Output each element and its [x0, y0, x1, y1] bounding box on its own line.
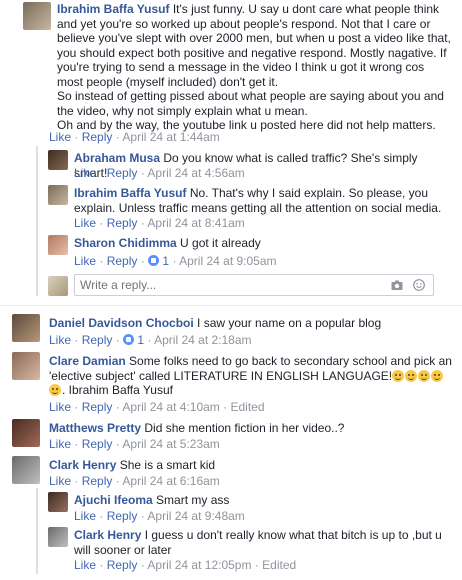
reply-text: U got it already — [180, 236, 261, 250]
like-count[interactable]: 1 — [162, 254, 169, 268]
timestamp[interactable]: April 24 at 8:41am — [147, 216, 244, 230]
avatar[interactable] — [48, 150, 68, 170]
like-button[interactable]: Like — [74, 509, 96, 523]
reply-button[interactable]: Reply — [107, 216, 138, 230]
edited-label[interactable]: Edited — [230, 400, 264, 414]
comment-body: Clare Damian Some folks need to go back … — [49, 354, 454, 398]
avatar[interactable] — [23, 2, 51, 30]
like-button[interactable]: Like — [74, 216, 96, 230]
camera-icon[interactable] — [391, 279, 403, 291]
reply-button[interactable]: Reply — [82, 333, 113, 347]
timestamp[interactable]: April 24 at 4:56am — [147, 166, 244, 180]
reply-composer[interactable] — [74, 274, 434, 296]
like-button[interactable]: Like — [49, 437, 71, 451]
reply-author[interactable]: Abraham Musa — [74, 151, 160, 165]
reply-button[interactable]: Reply — [107, 558, 138, 572]
reply-button[interactable]: Reply — [82, 474, 113, 488]
reply-button[interactable]: Reply — [107, 509, 138, 523]
divider — [0, 305, 462, 306]
reply-actions: Like · Reply · April 24 at 9:48am — [74, 509, 245, 523]
comment-text: So instead of getting pissed about what … — [57, 89, 444, 118]
avatar[interactable] — [48, 235, 68, 255]
reply-author[interactable]: Ibrahim Baffa Yusuf — [74, 186, 186, 200]
comment-body: Clark Henry She is a smart kid — [49, 458, 449, 473]
reply-body: Ibrahim Baffa Yusuf No. That's why I sai… — [74, 186, 444, 215]
reply-author[interactable]: Ajuchi Ifeoma — [74, 493, 153, 507]
like-button[interactable]: Like — [49, 400, 71, 414]
avatar[interactable] — [12, 419, 40, 447]
like-button[interactable]: Like — [74, 558, 96, 572]
like-count[interactable]: 1 — [137, 333, 144, 347]
avatar[interactable] — [48, 185, 68, 205]
reply-button[interactable]: Reply — [107, 166, 138, 180]
comment-text: I saw your name on a popular blog — [197, 316, 382, 330]
timestamp[interactable]: April 24 at 6:16am — [122, 474, 219, 488]
timestamp[interactable]: April 24 at 5:23am — [122, 437, 219, 451]
comment-actions: Like · Reply · April 24 at 1:44am — [49, 130, 220, 144]
comment-author[interactable]: Daniel Davidson Chocboi — [49, 316, 194, 330]
timestamp[interactable]: April 24 at 9:05am — [179, 254, 276, 268]
grin-emoji-icon — [431, 369, 444, 382]
comment-text-tail: . Ibrahim Baffa Yusuf — [62, 383, 173, 397]
avatar[interactable] — [48, 527, 68, 547]
comment-actions: Like · Reply · April 24 at 5:23am — [49, 437, 220, 451]
timestamp[interactable]: April 24 at 12:05pm — [147, 558, 251, 572]
edited-label[interactable]: Edited — [262, 558, 296, 572]
reply-author[interactable]: Clark Henry — [74, 528, 141, 542]
emoji-icon[interactable] — [413, 279, 425, 291]
like-button[interactable]: Like — [49, 333, 71, 347]
comment-author[interactable]: Matthews Pretty — [49, 421, 141, 435]
like-reaction-icon[interactable] — [148, 255, 160, 266]
like-button[interactable]: Like — [49, 130, 71, 144]
comment-text: She is a smart kid — [119, 458, 216, 472]
grin-emoji-icon — [405, 369, 418, 382]
avatar[interactable] — [48, 492, 68, 512]
reply-input[interactable] — [75, 275, 375, 295]
reply-text: Smart my ass — [156, 493, 230, 507]
reply-body: Clark Henry I guess u don't really know … — [74, 528, 444, 557]
thread-line — [36, 146, 38, 296]
comment-body: Daniel Davidson Chocboi I saw your name … — [49, 316, 449, 331]
reply-actions: Like · Reply · April 24 at 12:05pm · Edi… — [74, 558, 297, 572]
reply-button[interactable]: Reply — [82, 130, 113, 144]
like-button[interactable]: Like — [74, 166, 96, 180]
avatar[interactable] — [12, 456, 40, 484]
avatar[interactable] — [12, 314, 40, 342]
like-button[interactable]: Like — [74, 254, 96, 268]
grin-emoji-icon — [49, 384, 61, 396]
avatar[interactable] — [12, 352, 40, 380]
comment-author[interactable]: Clark Henry — [49, 458, 116, 472]
reply-actions: Like · Reply · April 24 at 4:56am — [74, 166, 245, 180]
comment-text: Did she mention fiction in her video..? — [144, 421, 345, 435]
timestamp[interactable]: April 24 at 2:18am — [154, 333, 251, 347]
comment-author[interactable]: Clare Damian — [49, 354, 126, 368]
reply-button[interactable]: Reply — [82, 400, 113, 414]
comment-body: Matthews Pretty Did she mention fiction … — [49, 421, 449, 436]
reply-actions: Like · Reply · 1 · April 24 at 9:05am — [74, 254, 277, 268]
comment-body: Ibrahim Baffa Yusuf It's just funny. U s… — [57, 2, 452, 133]
grin-emoji-icon — [418, 369, 431, 382]
reply-body: Ajuchi Ifeoma Smart my ass — [74, 493, 444, 508]
grin-emoji-icon — [392, 369, 405, 382]
reply-author[interactable]: Sharon Chidimma — [74, 236, 177, 250]
comment-author[interactable]: Ibrahim Baffa Yusuf — [57, 2, 169, 16]
comment-actions: Like · Reply · April 24 at 4:10am · Edit… — [49, 400, 265, 414]
comment-actions: Like · Reply · 1 · April 24 at 2:18am — [49, 333, 252, 347]
comment-actions: Like · Reply · April 24 at 6:16am — [49, 474, 220, 488]
reply-actions: Like · Reply · April 24 at 8:41am — [74, 216, 245, 230]
reply-body: Sharon Chidimma U got it already — [74, 236, 444, 251]
like-reaction-icon[interactable] — [123, 334, 135, 345]
thread-line — [36, 488, 38, 574]
timestamp[interactable]: April 24 at 1:44am — [122, 130, 219, 144]
reply-button[interactable]: Reply — [107, 254, 138, 268]
timestamp[interactable]: April 24 at 9:48am — [147, 509, 244, 523]
like-button[interactable]: Like — [49, 474, 71, 488]
timestamp[interactable]: April 24 at 4:10am — [122, 400, 219, 414]
reply-button[interactable]: Reply — [82, 437, 113, 451]
current-user-avatar — [48, 276, 68, 296]
